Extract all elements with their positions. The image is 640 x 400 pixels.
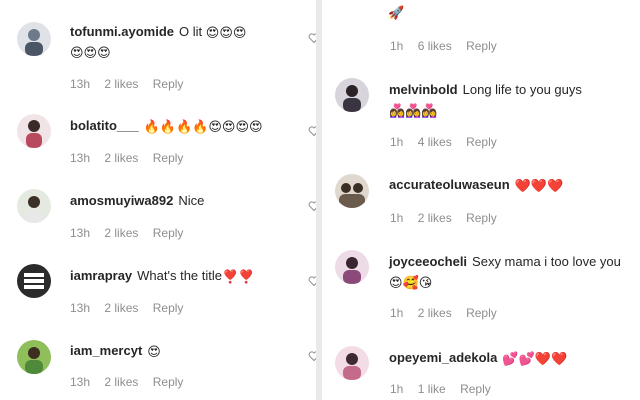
avatar[interactable] [17, 189, 51, 223]
comment-likes[interactable]: 2 likes [104, 226, 138, 240]
heart-outline-icon[interactable] [308, 275, 316, 287]
avatar[interactable] [335, 174, 369, 208]
comment-emoji: 🔥🔥🔥🔥😍😍😍😍 [143, 120, 263, 135]
comment-likes[interactable]: 2 likes [104, 301, 138, 315]
comment-time: 1h [390, 211, 404, 225]
username[interactable]: melvinbold [389, 82, 458, 97]
right-comments-panel: 🚀 1h 6 likes Reply melvinbold Long life t… [322, 0, 640, 400]
reply-button[interactable]: Reply [153, 151, 184, 165]
comment-emoji: 💕💕❤️❤️ [502, 352, 568, 367]
comment-emoji: 😍😍😍 [70, 46, 111, 61]
heart-outline-icon[interactable] [308, 125, 316, 137]
reply-button[interactable]: Reply [466, 135, 497, 149]
comment-emoji: 😍🥰😘 [389, 276, 433, 291]
comment-likes[interactable]: 2 likes [418, 306, 452, 320]
avatar[interactable] [17, 340, 51, 374]
comment-time: 1h [390, 135, 404, 149]
username[interactable]: accurateoluwaseun [389, 177, 510, 192]
avatar[interactable] [335, 78, 369, 112]
comment-time: 13h [70, 301, 91, 315]
comment-time: 1h [390, 39, 404, 53]
comment-text: Long life to you guys [462, 82, 582, 97]
reply-button[interactable]: Reply [153, 226, 184, 240]
comment-time: 13h [70, 77, 91, 91]
username[interactable]: amosmuyiwa892 [70, 193, 173, 208]
comment-time: 1h [390, 382, 404, 396]
reply-button[interactable]: Reply [466, 39, 497, 53]
comment-time: 1h [390, 306, 404, 320]
comment-text: Sexy mama i too love you [472, 254, 621, 269]
comment-likes[interactable]: 2 likes [104, 151, 138, 165]
comment-likes[interactable]: 2 likes [104, 77, 138, 91]
comment-time: 13h [70, 226, 91, 240]
comment-emoji: 👩‍❤️‍👩👩‍❤️‍👩👩‍❤️‍👩 [389, 104, 438, 119]
comment-likes[interactable]: 1 like [418, 382, 446, 396]
heart-outline-icon[interactable] [308, 32, 316, 44]
comment-emoji: ❣️❣️ [222, 270, 255, 285]
heart-outline-icon[interactable] [308, 350, 316, 362]
comment-likes[interactable]: 2 likes [418, 211, 452, 225]
username[interactable]: iam_mercyt [70, 343, 142, 358]
reply-button[interactable]: Reply [153, 77, 184, 91]
avatar[interactable] [335, 250, 369, 284]
avatar[interactable] [335, 346, 369, 380]
comment-emoji: 😍 [147, 345, 161, 360]
username[interactable]: joyceeocheli [389, 254, 467, 269]
reply-button[interactable]: Reply [460, 382, 491, 396]
reply-button[interactable]: Reply [153, 375, 184, 389]
avatar[interactable] [17, 22, 51, 56]
comment-time: 13h [70, 375, 91, 389]
heart-outline-icon[interactable] [308, 200, 316, 212]
avatar[interactable] [17, 264, 51, 298]
avatar[interactable] [17, 114, 51, 148]
comment-time: 13h [70, 151, 91, 165]
comment-text: What's the title [137, 268, 223, 283]
left-comments-panel: tofunmi.ayomide O lit 😍😍😍 😍😍😍 13h 2 likes… [0, 0, 316, 400]
comment-text: O lit [179, 24, 203, 39]
comment-emoji: 🚀 [388, 6, 405, 21]
username[interactable]: bolatito___ [70, 118, 139, 133]
reply-button[interactable]: Reply [153, 301, 184, 315]
reply-button[interactable]: Reply [466, 306, 497, 320]
comment-text: Nice [178, 193, 205, 208]
comment-likes[interactable]: 4 likes [418, 135, 452, 149]
comment-likes[interactable]: 6 likes [418, 39, 452, 53]
username[interactable]: opeyemi_adekola [389, 350, 497, 365]
comment-emoji: 😍😍😍 [205, 26, 247, 41]
username[interactable]: tofunmi.ayomide [70, 24, 174, 39]
comment-likes[interactable]: 2 likes [104, 375, 138, 389]
username[interactable]: iamrapray [70, 268, 132, 283]
comment-emoji: ❤️❤️❤️ [514, 179, 564, 194]
reply-button[interactable]: Reply [466, 211, 497, 225]
